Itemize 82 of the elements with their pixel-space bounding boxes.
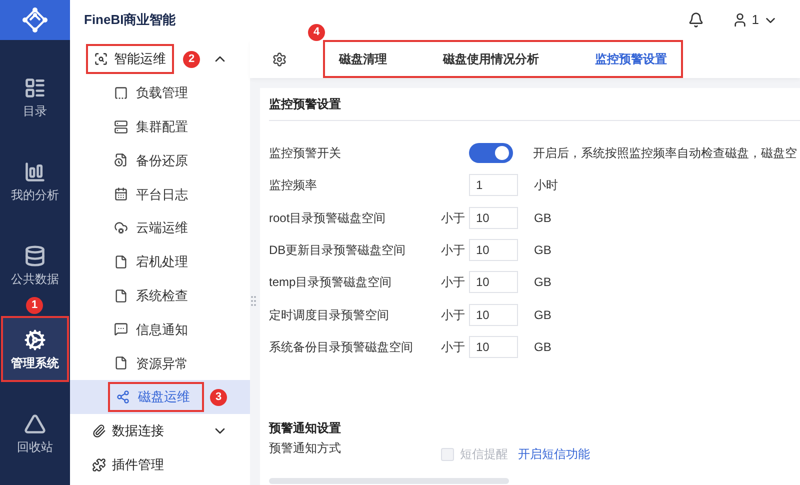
menu-item[interactable]: 系统检查: [108, 280, 194, 311]
menu-item[interactable]: 磁盘运维: [108, 382, 204, 412]
file-clock-icon: [114, 153, 128, 168]
menu-item[interactable]: 负载管理: [108, 78, 194, 108]
menu-item[interactable]: 资源异常: [108, 348, 194, 378]
field-label: 定时调度目录预警空间: [269, 306, 390, 324]
unit-label: GB: [534, 242, 552, 260]
user-icon: [732, 12, 748, 28]
calendar-icon: [114, 187, 128, 202]
menu-group-button[interactable]: 插件管理: [86, 450, 170, 480]
field-label: 预警通知方式: [269, 440, 342, 458]
drag-handle-icon[interactable]: [251, 295, 256, 307]
description-text: 开启后，系统按照监控频率自动检查磁盘，磁盘空: [533, 145, 797, 162]
enable-sms-link[interactable]: 开启短信功能: [518, 445, 590, 464]
field-label: root目录预警磁盘空间: [269, 210, 387, 227]
unit-label: GB: [534, 338, 552, 356]
nav-rail-item[interactable]: 公共数据: [1, 232, 69, 298]
nodes-icon: [116, 390, 130, 404]
field-label: DB更新目录预警磁盘空间: [269, 242, 407, 260]
checkbox-label: 短信提醒: [460, 446, 508, 464]
triangle-icon: [24, 413, 46, 435]
logo-tile[interactable]: [0, 0, 70, 40]
gear-icon: [24, 329, 46, 351]
list-icon: [24, 77, 46, 99]
nav-rail-item[interactable]: 管理系统: [1, 316, 69, 382]
unit-label: GB: [534, 210, 552, 227]
section-title: 监控预警设置: [269, 96, 341, 113]
prefix-label: 小于: [441, 210, 466, 227]
card-icon: [114, 86, 128, 100]
field-label: 系统备份目录预警磁盘空间: [269, 338, 414, 356]
puzzle-icon: [92, 458, 106, 472]
section-title: 预警通知设置: [269, 420, 342, 438]
number-field[interactable]: 10: [469, 304, 518, 326]
field-label: temp目录预警磁盘空间: [269, 274, 393, 292]
toggle-switch[interactable]: [469, 143, 513, 164]
number-field[interactable]: 10: [469, 336, 518, 358]
unit-label: GB: [534, 306, 552, 324]
number-field[interactable]: 10: [469, 239, 518, 262]
prefix-label: 小于: [441, 338, 466, 356]
number-field[interactable]: 10: [469, 271, 518, 294]
file-icon: [114, 254, 128, 269]
nav-rail-item[interactable]: 我的分析: [1, 148, 69, 214]
callout-badge: 2: [183, 50, 200, 68]
search-icon: [94, 52, 108, 66]
prefix-label: 小于: [441, 306, 466, 324]
field-label: 监控频率: [269, 177, 318, 194]
menu-item[interactable]: 信息通知: [108, 314, 194, 344]
tab[interactable]: 监控预警设置: [593, 50, 669, 68]
menu-item[interactable]: 云端运维: [108, 213, 194, 244]
scrollbar[interactable]: [269, 478, 509, 484]
menu-group-button[interactable]: 智能运维: [86, 44, 174, 74]
settings-icon[interactable]: [272, 52, 287, 66]
prefix-label: 小于: [441, 274, 466, 292]
nav-rail-item[interactable]: 回收站: [1, 400, 69, 466]
cloud-icon: [114, 221, 128, 236]
file-icon: [114, 288, 128, 303]
number-field[interactable]: 1: [469, 174, 518, 196]
chart-icon: [24, 161, 46, 183]
server-icon: [114, 120, 128, 134]
callout-badge: 1: [26, 297, 43, 314]
field-label: 监控预警开关: [269, 145, 342, 162]
user-menu[interactable]: 1: [732, 10, 778, 30]
callout-badge: 3: [210, 388, 227, 406]
menu-item[interactable]: 平台日志: [108, 179, 194, 210]
menu-item[interactable]: 宕机处理: [108, 246, 194, 277]
menu-item[interactable]: 集群配置: [108, 112, 194, 142]
number-field[interactable]: 10: [469, 206, 518, 229]
logo-icon: [22, 7, 48, 33]
message-icon: [114, 322, 128, 336]
menu-item[interactable]: 备份还原: [108, 145, 194, 176]
paperclip-icon: [92, 424, 106, 438]
bell-icon[interactable]: [688, 12, 704, 28]
nav-rail-item[interactable]: 目录: [1, 64, 69, 130]
prefix-label: 小于: [441, 242, 466, 260]
file-icon: [114, 356, 128, 370]
unit-label: GB: [534, 274, 552, 292]
tab[interactable]: 磁盘清理: [337, 50, 389, 68]
menu-group-button[interactable]: 数据连接: [86, 416, 170, 446]
unit-label: 小时: [534, 177, 558, 194]
database-icon: [24, 245, 46, 267]
tab[interactable]: 磁盘使用情况分析: [441, 50, 541, 68]
app-title: FineBI商业智能: [84, 11, 176, 30]
